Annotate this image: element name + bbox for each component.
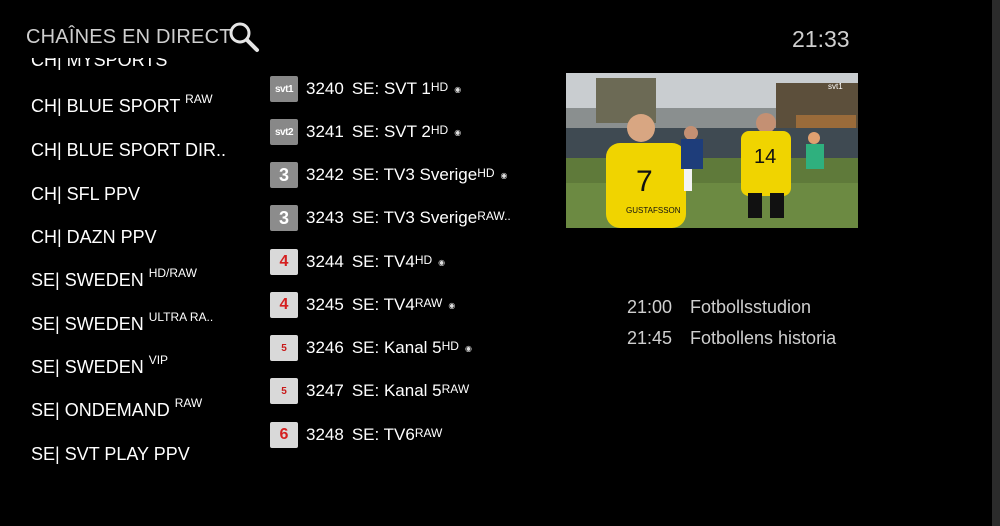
channel-name: SE: Kanal 5 [351, 338, 442, 357]
channel-bug: svt1 [828, 82, 843, 91]
channel-list: svt1 3240 SE: SVT 1 HD ◉ svt2 3241 SE: S… [270, 70, 550, 470]
channel-item[interactable]: 5 3247 SE: Kanal 5 RAW [270, 376, 475, 406]
svg-text:7: 7 [636, 165, 653, 198]
channel-number: 3248 [306, 425, 344, 444]
category-item[interactable]: SE| SWEDEN HD/RAW [31, 266, 197, 291]
channel-logo: 5 [270, 378, 298, 404]
category-item[interactable]: CH| DAZN PPV [31, 225, 157, 248]
channel-item[interactable]: svt2 3241 SE: SVT 2 HD ◉ [270, 117, 461, 147]
svg-text:GUSTAFSSON: GUSTAFSSON [626, 206, 681, 215]
category-item[interactable]: SE| SVT PLAY PPV [31, 442, 190, 465]
catchup-indicator: ◉ [454, 84, 462, 94]
channel-name: SE: TV3 Sverige [351, 165, 478, 184]
channel-item[interactable]: 6 3248 SE: TV6 RAW [270, 420, 448, 450]
channel-logo: 6 [270, 422, 298, 448]
clock: 21:33 [792, 26, 850, 52]
channel-number: 3245 [306, 295, 344, 314]
channel-number: 3240 [306, 79, 344, 98]
epg-time: 21:00 [627, 297, 673, 317]
epg-title: Fotbollens historia [690, 328, 837, 348]
channel-logo: svt1 [270, 76, 298, 102]
channel-item[interactable]: 3 3243 SE: TV3 Sverige RAW.. [270, 203, 517, 233]
category-list: CH| MYSPORTS CH| BLUE SPORT RAW CH| BLUE… [0, 58, 250, 488]
channel-number: 3246 [306, 338, 344, 357]
channel-item[interactable]: 4 3244 SE: TV4 HD ◉ [270, 247, 445, 277]
channel-number: 3242 [306, 165, 344, 184]
channel-logo: 3 [270, 205, 298, 231]
channel-item[interactable]: 3 3242 SE: TV3 Sverige HD ◉ [270, 160, 508, 190]
channel-name: SE: SVT 2 [351, 122, 431, 141]
channel-name: SE: TV4 [351, 295, 415, 314]
channel-name: SE: TV4 [351, 252, 415, 271]
catchup-indicator: ◉ [454, 127, 462, 137]
channel-name: SE: TV3 Sverige [351, 208, 478, 227]
catchup-indicator: ◉ [500, 170, 508, 180]
category-item[interactable]: CH| BLUE SPORT DIR.. [31, 138, 226, 161]
channel-logo: 3 [270, 162, 298, 188]
channel-number: 3243 [306, 208, 344, 227]
epg-item[interactable]: 21:45 Fotbollens historia [627, 328, 836, 359]
category-item[interactable]: CH| MYSPORTS [31, 58, 167, 71]
category-item[interactable]: CH| SFL PPV [31, 182, 140, 205]
epg-list: 21:00 Fotbollsstudion 21:45 Fotbollens h… [627, 297, 836, 359]
channel-name: SE: Kanal 5 [351, 381, 442, 400]
epg-time: 21:45 [627, 328, 673, 348]
epg-title: Fotbollsstudion [690, 297, 812, 317]
channel-number: 3241 [306, 122, 344, 141]
search-icon[interactable] [227, 20, 261, 54]
catchup-indicator: ◉ [448, 300, 456, 310]
page-title: CHAÎNES EN DIRECT [26, 26, 232, 48]
channel-number: 3247 [306, 381, 344, 400]
category-item[interactable]: SE| SWEDEN VIP [31, 353, 168, 378]
category-item[interactable]: SE| ONDEMAND RAW [31, 396, 202, 421]
svg-text:14: 14 [754, 146, 776, 168]
catchup-indicator: ◉ [464, 343, 472, 353]
channel-item[interactable]: 4 3245 SE: TV4 RAW ◉ [270, 290, 455, 320]
channel-logo: 5 [270, 335, 298, 361]
category-item[interactable]: SE| SWEDEN ULTRA RA.. [31, 310, 213, 335]
video-preview[interactable]: 7 GUSTAFSSON 14 svt1 [566, 73, 858, 228]
catchup-indicator: ◉ [438, 257, 446, 267]
channel-logo: 4 [270, 249, 298, 275]
channel-item[interactable]: svt1 3240 SE: SVT 1 HD ◉ [270, 74, 461, 104]
channel-name: SE: TV6 [351, 425, 415, 444]
channel-number: 3244 [306, 252, 344, 271]
channel-logo: 4 [270, 292, 298, 318]
category-item[interactable]: CH| BLUE SPORT RAW [31, 92, 213, 117]
epg-item[interactable]: 21:00 Fotbollsstudion [627, 297, 836, 328]
window-edge [992, 0, 1000, 526]
channel-name: SE: SVT 1 [351, 79, 431, 98]
channel-logo: svt2 [270, 119, 298, 145]
channel-item[interactable]: 5 3246 SE: Kanal 5 HD ◉ [270, 333, 472, 363]
